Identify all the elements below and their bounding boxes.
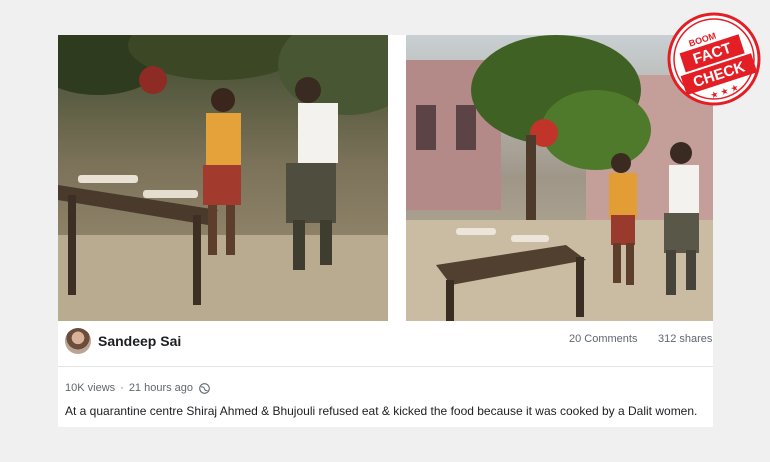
comments-count[interactable]: 20 Comments xyxy=(569,333,637,345)
author-name[interactable]: Sandeep Sai xyxy=(98,333,181,349)
globe-icon xyxy=(199,382,210,394)
video-still-left xyxy=(58,35,388,321)
video-frame-left[interactable] xyxy=(58,35,388,321)
post-stats: 10K views · 21 hours ago xyxy=(65,382,210,394)
post-header-row: Sandeep Sai 20 Comments 312 shares xyxy=(58,321,713,367)
facebook-post-card: Sandeep Sai 20 Comments 312 shares 10K v… xyxy=(58,35,713,427)
avatar[interactable] xyxy=(65,328,91,354)
fact-check-badge: BOOM FACT CHECK ★ ★ ★ xyxy=(665,10,763,108)
post-caption: At a quarantine centre Shiraj Ahmed & Bh… xyxy=(65,404,698,418)
shares-count[interactable]: 312 shares xyxy=(658,333,712,345)
separator-dot: · xyxy=(120,382,124,394)
views-count: 10K views xyxy=(65,382,116,394)
post-time[interactable]: 21 hours ago xyxy=(129,382,193,394)
